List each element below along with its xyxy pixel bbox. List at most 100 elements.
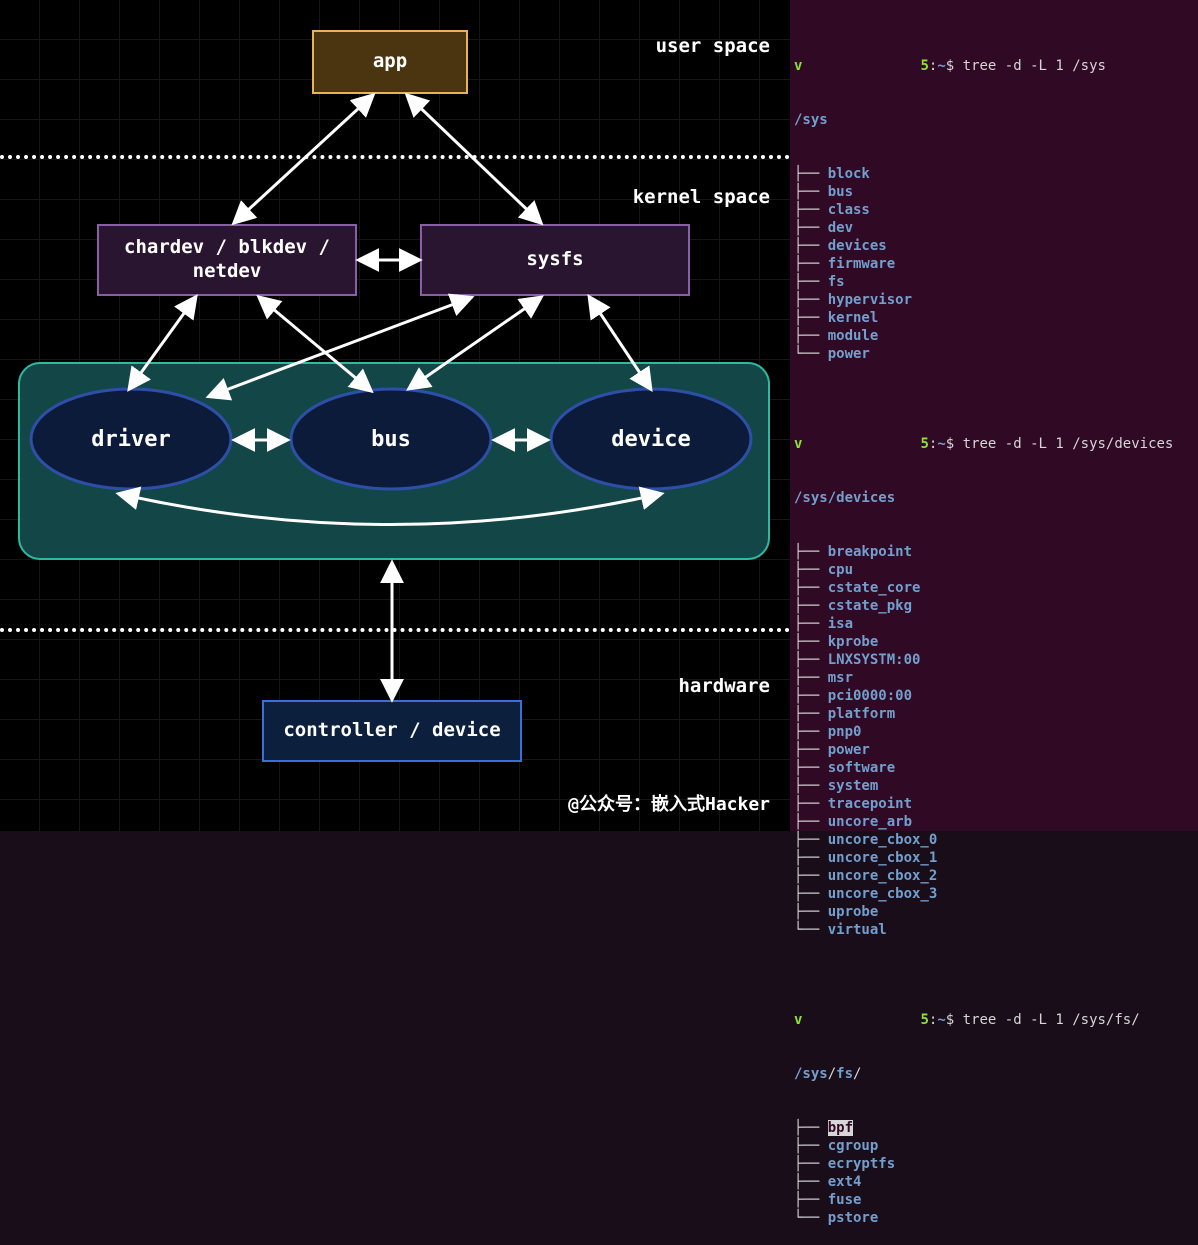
terminal-prompt-2: v 5:~$ tree -d -L 1 /sys/devices — [794, 435, 1194, 453]
tree-item-name: pstore — [828, 1210, 879, 1226]
tree-item: ├── breakpoint — [794, 543, 1194, 561]
tree-item: ├── uncore_cbox_3 — [794, 885, 1194, 903]
label-hardware: hardware — [678, 675, 770, 697]
tree-item: ├── isa — [794, 615, 1194, 633]
ellipse-driver: driver — [28, 386, 234, 492]
terminal-cmd-1: tree -d -L 1 /sys — [963, 58, 1106, 74]
tree-item: ├── power — [794, 741, 1194, 759]
tree-item: ├── uncore_cbox_0 — [794, 831, 1194, 849]
tree-item: ├── module — [794, 327, 1194, 345]
tree-item: ├── software — [794, 759, 1194, 777]
divider-kernel-hw — [0, 628, 790, 632]
tree-item-name: uncore_arb — [828, 814, 912, 830]
tree-list-1: ├── block├── bus├── class├── dev├── devi… — [794, 165, 1194, 363]
tree-item-name: uncore_cbox_0 — [828, 832, 938, 848]
box-chardev: chardev / blkdev / netdev — [97, 224, 357, 296]
ellipse-bus-label: bus — [371, 427, 411, 452]
tree-item-name: cstate_core — [828, 580, 921, 596]
tree-item: ├── uprobe — [794, 903, 1194, 921]
tree-item-name: LNXSYSTM:00 — [828, 652, 921, 668]
tree-item-name: system — [828, 778, 879, 794]
tree-item-name: kprobe — [828, 634, 879, 650]
tree-item-name: uncore_cbox_3 — [828, 886, 938, 902]
box-controller: controller / device — [262, 700, 522, 762]
tree-item-name: uprobe — [828, 904, 879, 920]
tree-item-name: uncore_cbox_2 — [828, 868, 938, 884]
tree-item: ├── bpf — [794, 1119, 1194, 1137]
tree-item: ├── tracepoint — [794, 795, 1194, 813]
tree-item: ├── class — [794, 201, 1194, 219]
tree-item: ├── devices — [794, 237, 1194, 255]
tree-item: ├── kprobe — [794, 633, 1194, 651]
tree-item-name: software — [828, 760, 895, 776]
tree-list-3: ├── bpf├── cgroup├── ecryptfs├── ext4├──… — [794, 1119, 1194, 1227]
terminal-cmd-2: tree -d -L 1 /sys/devices — [963, 436, 1174, 452]
tree-item-name: fs — [828, 274, 845, 290]
tree-item: ├── hypervisor — [794, 291, 1194, 309]
credit-text: @公众号：嵌入式Hacker — [568, 790, 770, 816]
tree-item-name: pci0000:00 — [828, 688, 912, 704]
tree-item-name: cstate_pkg — [828, 598, 912, 614]
box-app-label: app — [373, 50, 407, 74]
tree-item: ├── fuse — [794, 1191, 1194, 1209]
tree-item-name: power — [828, 742, 870, 758]
tree-item: ├── cpu — [794, 561, 1194, 579]
ellipse-device-label: device — [611, 427, 690, 452]
tree-item-name: breakpoint — [828, 544, 912, 560]
tree-item-name: uncore_cbox_1 — [828, 850, 938, 866]
label-kernel-space: kernel space — [633, 186, 770, 208]
tree-item-name: fuse — [828, 1192, 862, 1208]
tree-item-name: cgroup — [828, 1138, 879, 1154]
tree-item: ├── pnp0 — [794, 723, 1194, 741]
tree-root-1: /sys — [794, 112, 828, 128]
architecture-diagram: user space kernel space app chardev / bl… — [0, 0, 790, 831]
tree-item: ├── system — [794, 777, 1194, 795]
tree-item: ├── uncore_cbox_2 — [794, 867, 1194, 885]
tree-item: ├── cgroup — [794, 1137, 1194, 1155]
tree-item-name: platform — [828, 706, 895, 722]
divider-user-kernel — [0, 155, 790, 159]
tree-item-name: power — [828, 346, 870, 362]
tree-item-name: bus — [828, 184, 853, 200]
tree-item: ├── platform — [794, 705, 1194, 723]
tree-item-name: ecryptfs — [828, 1156, 895, 1172]
tree-item-name: pnp0 — [828, 724, 862, 740]
terminal-prompt-3: v 5:~$ tree -d -L 1 /sys/fs/ — [794, 1011, 1194, 1029]
box-chardev-label: chardev / blkdev / netdev — [109, 236, 345, 284]
tree-item: ├── cstate_pkg — [794, 597, 1194, 615]
tree-item: ├── cstate_core — [794, 579, 1194, 597]
tree-item-name: hypervisor — [828, 292, 912, 308]
box-sysfs: sysfs — [420, 224, 690, 296]
tree-root-2: /sys/devices — [794, 490, 895, 506]
tree-item-name: virtual — [828, 922, 887, 938]
terminal-prompt-1: v 5:~$ tree -d -L 1 /sys — [794, 57, 1194, 75]
tree-item-name: dev — [828, 220, 853, 236]
tree-list-2: ├── breakpoint├── cpu├── cstate_core├── … — [794, 543, 1194, 939]
tree-item: ├── uncore_cbox_1 — [794, 849, 1194, 867]
tree-item-name: block — [828, 166, 870, 182]
box-controller-label: controller / device — [283, 719, 500, 743]
tree-item-name: msr — [828, 670, 853, 686]
tree-item-name: tracepoint — [828, 796, 912, 812]
tree-item: ├── ecryptfs — [794, 1155, 1194, 1173]
tree-item: ├── bus — [794, 183, 1194, 201]
box-app: app — [312, 30, 468, 94]
prompt-host: 5 — [920, 58, 928, 74]
tree-root-3: /sys/fs/ — [794, 1065, 1194, 1083]
label-user-space: user space — [656, 35, 770, 57]
tree-item-name: module — [828, 328, 879, 344]
box-sysfs-label: sysfs — [526, 248, 583, 272]
terminal-cmd-3: tree -d -L 1 /sys/fs/ — [963, 1012, 1140, 1028]
ellipse-device: device — [548, 386, 754, 492]
tree-item-name: ext4 — [828, 1174, 862, 1190]
tree-item: ├── uncore_arb — [794, 813, 1194, 831]
tree-item: └── pstore — [794, 1209, 1194, 1227]
tree-item: ├── dev — [794, 219, 1194, 237]
tree-item: └── power — [794, 345, 1194, 363]
tree-item-name: isa — [828, 616, 853, 632]
ellipse-driver-label: driver — [91, 427, 170, 452]
tree-item-name: firmware — [828, 256, 895, 272]
tree-item: ├── kernel — [794, 309, 1194, 327]
tree-item: ├── fs — [794, 273, 1194, 291]
tree-item-name: kernel — [828, 310, 879, 326]
